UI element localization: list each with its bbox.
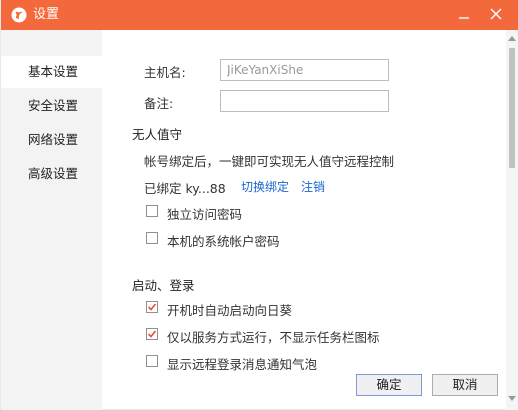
hostname-label: 主机名: bbox=[144, 65, 186, 80]
independent-password-checkbox[interactable] bbox=[146, 205, 158, 217]
unattended-description: 帐号绑定后，一键即可实现无人值守远程控制 bbox=[144, 154, 395, 169]
logout-link[interactable]: 注销 bbox=[301, 178, 325, 195]
note-input[interactable] bbox=[220, 90, 389, 112]
scroll-up-icon[interactable] bbox=[508, 36, 516, 41]
minimize-button[interactable] bbox=[455, 5, 475, 25]
sidebar-item-network[interactable]: 网络设置 bbox=[1, 124, 102, 156]
system-account-password-label: 本机的系统帐户密码 bbox=[167, 234, 280, 249]
title-bar: 设置 bbox=[1, 0, 518, 30]
settings-window: 设置 基本设置 安全设置 网络设置 高级设置 主机名: 备注: 无人值守 帐号绑… bbox=[0, 0, 518, 410]
settings-content: 主机名: 备注: 无人值守 帐号绑定后，一键即可实现无人值守远程控制 已绑定 k… bbox=[102, 30, 506, 410]
sidebar-item-advanced[interactable]: 高级设置 bbox=[1, 158, 102, 190]
cancel-button[interactable]: 取消 bbox=[432, 374, 498, 396]
system-account-password-checkbox[interactable] bbox=[146, 232, 158, 244]
unattended-section-title: 无人值守 bbox=[132, 127, 183, 142]
sidebar-item-security[interactable]: 安全设置 bbox=[1, 90, 102, 122]
checkmark-icon bbox=[147, 303, 157, 311]
checkmark-icon bbox=[147, 330, 157, 338]
autostart-checkbox[interactable] bbox=[146, 301, 158, 313]
scroll-down-icon[interactable] bbox=[508, 396, 516, 401]
close-icon bbox=[490, 8, 502, 20]
close-button[interactable] bbox=[487, 5, 507, 25]
switch-binding-link[interactable]: 切换绑定 bbox=[241, 178, 289, 195]
bound-account-text: 已绑定 ky...88 bbox=[144, 181, 226, 196]
service-mode-label: 仅以服务方式运行，不显示任务栏图标 bbox=[167, 330, 380, 345]
app-logo-icon bbox=[11, 7, 27, 23]
startup-section-title: 启动、登录 bbox=[132, 278, 195, 293]
ok-button[interactable]: 确定 bbox=[356, 374, 422, 396]
service-mode-checkbox[interactable] bbox=[146, 328, 158, 340]
note-label: 备注: bbox=[144, 96, 174, 111]
minimize-icon bbox=[459, 17, 469, 19]
login-notification-label: 显示远程登录消息通知气泡 bbox=[167, 357, 318, 372]
sidebar: 基本设置 安全设置 网络设置 高级设置 bbox=[1, 30, 102, 410]
autostart-label: 开机时自动启动向日葵 bbox=[167, 303, 293, 318]
hostname-input[interactable] bbox=[220, 59, 389, 81]
vertical-scrollbar[interactable] bbox=[506, 30, 518, 410]
scroll-thumb[interactable] bbox=[509, 48, 515, 168]
independent-password-label: 独立访问密码 bbox=[167, 207, 243, 222]
window-title: 设置 bbox=[33, 7, 60, 22]
login-notification-checkbox[interactable] bbox=[146, 355, 158, 367]
sidebar-item-basic[interactable]: 基本设置 bbox=[1, 56, 102, 88]
